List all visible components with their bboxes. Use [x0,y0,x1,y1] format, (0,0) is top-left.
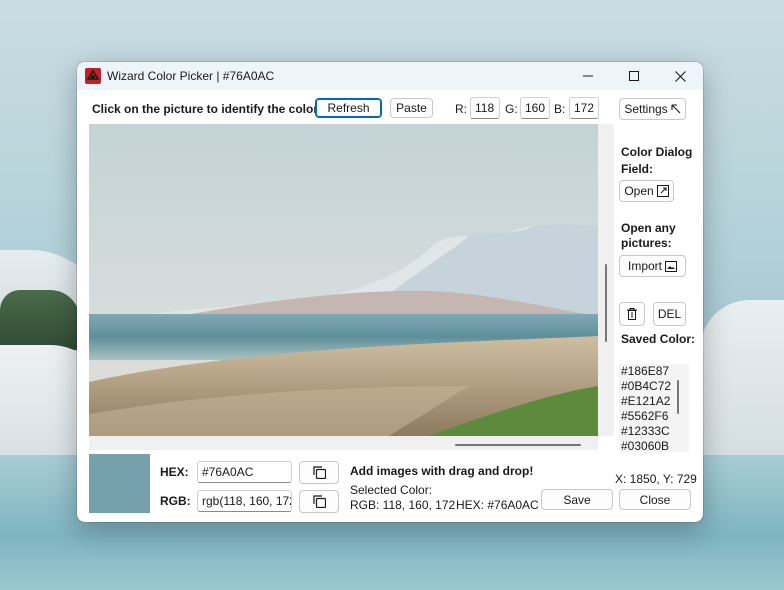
expand-arrow-icon [671,104,681,114]
selected-hex-text: HEX: #76A0AC [456,498,539,512]
desktop-trees [0,290,80,350]
external-window-icon [656,185,669,197]
paste-button[interactable]: Paste [390,98,433,118]
delete-saved-color-button[interactable] [619,302,645,326]
settings-label: Settings [624,102,668,116]
saved-color-item[interactable]: #12333C [619,424,689,439]
import-button[interactable]: Import [619,255,686,277]
copy-icon [312,495,326,508]
picture-canvas[interactable] [89,124,598,436]
vertical-scroll-thumb[interactable] [605,264,607,342]
hex-label: HEX: [160,465,189,479]
selected-color-swatch [89,454,150,513]
picture-vertical-scrollbar[interactable] [598,124,614,436]
copy-rgb-button[interactable] [299,490,339,513]
maximize-icon [629,71,639,81]
selected-color-label: Selected Color: [350,483,433,497]
minimize-icon [583,75,593,77]
minimize-button[interactable] [565,62,611,90]
g-label: G: [505,102,518,116]
landscape-image [89,124,598,436]
image-icon [665,260,677,272]
selected-rgb-text: RGB: 118, 160, 172 [350,498,456,512]
close-button[interactable]: Close [619,489,691,510]
maximize-button[interactable] [611,62,657,90]
del-all-button[interactable]: DEL [653,302,686,326]
title-bar[interactable]: Wizard Color Picker | #76A0AC [77,62,703,90]
saved-color-label: Saved Color: [621,332,696,346]
trash-icon [627,308,637,320]
picture-horizontal-scrollbar[interactable] [89,436,598,450]
refresh-button[interactable]: Refresh [315,98,382,118]
rgb-field[interactable]: rgb(118, 160, 172 [197,490,292,512]
desktop-right-hill [700,300,784,470]
open-label: Open [624,184,654,198]
g-input[interactable]: 160 [520,97,550,119]
open-pictures-label: Open any pictures: [621,221,676,250]
r-input[interactable]: 118 [470,97,500,119]
b-input[interactable]: 172 [569,97,599,119]
close-window-button[interactable] [657,62,703,90]
app-logo-icon [84,67,102,85]
saved-color-item[interactable]: #03060B [619,439,689,452]
saved-list-scroll-thumb[interactable] [677,380,679,414]
import-label: Import [627,259,662,273]
r-label: R: [455,102,467,116]
copy-icon [312,466,326,479]
copy-hex-button[interactable] [299,461,339,484]
rgb-label: RGB: [160,494,191,508]
horizontal-scroll-thumb[interactable] [455,444,581,446]
saved-color-item[interactable]: #186E87 [619,364,689,379]
save-button[interactable]: Save [541,489,613,510]
window-title: Wizard Color Picker | #76A0AC [107,69,275,83]
b-label: B: [554,102,566,116]
color-dialog-label: Color Dialog Field: [621,145,693,176]
settings-button[interactable]: Settings [619,98,686,120]
coordinates-readout: X: 1850, Y: 729 [615,472,697,486]
instruction-label: Click on the picture to identify the col… [92,102,323,116]
drag-drop-hint: Add images with drag and drop! [350,464,534,478]
open-color-dialog-button[interactable]: Open [619,180,674,202]
color-picker-window: Wizard Color Picker | #76A0AC Click on t… [77,62,703,522]
close-icon [674,70,686,82]
hex-field[interactable]: #76A0AC [197,461,292,483]
